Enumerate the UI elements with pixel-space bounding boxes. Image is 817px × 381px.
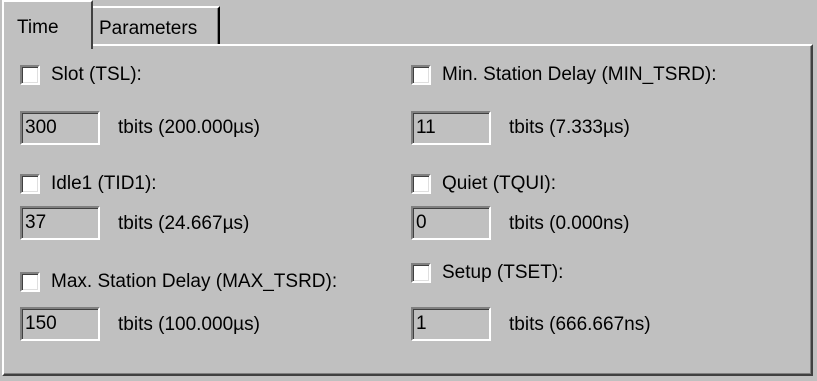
idle1-field[interactable]	[20, 206, 100, 240]
idle1-checkbox[interactable]	[20, 174, 40, 194]
max-station-delay-unit: tbits (100.000µs)	[118, 314, 260, 335]
slot-unit: tbits (200.000µs)	[118, 117, 260, 138]
min-station-delay-field[interactable]	[411, 111, 491, 145]
slot-field[interactable]	[20, 111, 100, 145]
tab-parameters-label: Parameters	[99, 18, 198, 39]
min-station-delay-label: Min. Station Delay (MIN_TSRD):	[442, 64, 717, 85]
slot-label: Slot (TSL):	[51, 64, 142, 85]
min-station-delay-checkbox[interactable]	[411, 65, 431, 85]
setup-unit: tbits (666.667ns)	[509, 314, 651, 335]
tab-parameters[interactable]: Parameters	[93, 6, 220, 44]
tab-time-label: Time	[17, 17, 59, 38]
max-station-delay-checkbox-row[interactable]: Max. Station Delay (MAX_TSRD):	[20, 271, 337, 293]
tab-time[interactable]: Time	[2, 0, 93, 49]
setup-label: Setup (TSET):	[442, 262, 564, 283]
idle1-label: Idle1 (TID1):	[51, 173, 157, 194]
quiet-checkbox[interactable]	[411, 174, 431, 194]
quiet-unit: tbits (0.000ns)	[509, 213, 630, 234]
max-station-delay-field[interactable]	[20, 307, 100, 341]
min-station-delay-checkbox-row[interactable]: Min. Station Delay (MIN_TSRD):	[411, 64, 717, 86]
setup-checkbox[interactable]	[411, 263, 431, 283]
slot-checkbox-row[interactable]: Slot (TSL):	[20, 64, 142, 86]
quiet-label: Quiet (TQUI):	[442, 173, 557, 194]
idle1-unit: tbits (24.667µs)	[118, 213, 250, 234]
max-station-delay-checkbox[interactable]	[20, 272, 40, 292]
idle1-checkbox-row[interactable]: Idle1 (TID1):	[20, 173, 157, 195]
setup-field[interactable]	[411, 307, 491, 341]
quiet-checkbox-row[interactable]: Quiet (TQUI):	[411, 173, 556, 195]
slot-checkbox[interactable]	[20, 65, 40, 85]
quiet-field[interactable]	[411, 206, 491, 240]
min-station-delay-unit: tbits (7.333µs)	[509, 117, 630, 138]
setup-checkbox-row[interactable]: Setup (TSET):	[411, 262, 563, 284]
timing-dialog: Time Parameters Slot (TSL): tbits (200.0…	[0, 0, 817, 381]
max-station-delay-label: Max. Station Delay (MAX_TSRD):	[51, 271, 338, 292]
